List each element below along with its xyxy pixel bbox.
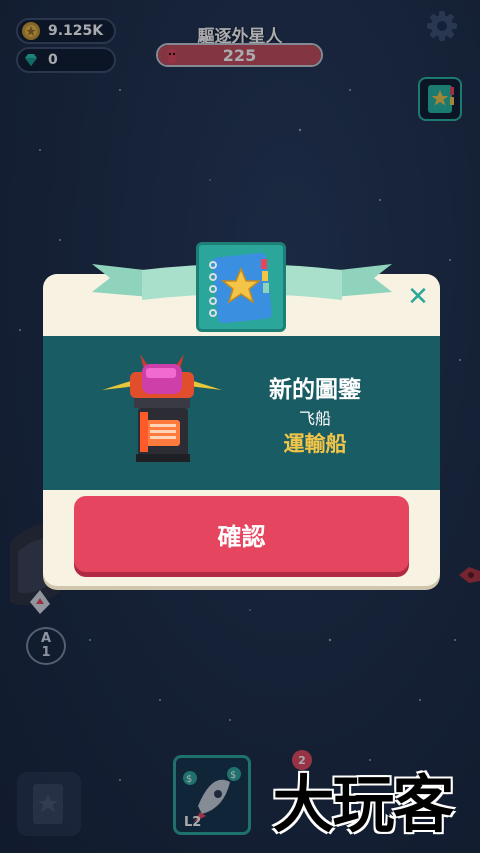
dialog-title: 新的圖鑒 (269, 377, 361, 403)
transport-ship-image (100, 350, 225, 469)
watermark-logo: 大玩客 (272, 768, 454, 841)
item-category: 飞船 (298, 409, 331, 428)
confirm-button[interactable]: 確認 (74, 496, 409, 572)
close-icon[interactable]: ✕ (405, 284, 431, 310)
star-notebook-icon (196, 242, 286, 332)
item-name: 運輸船 (283, 432, 347, 456)
